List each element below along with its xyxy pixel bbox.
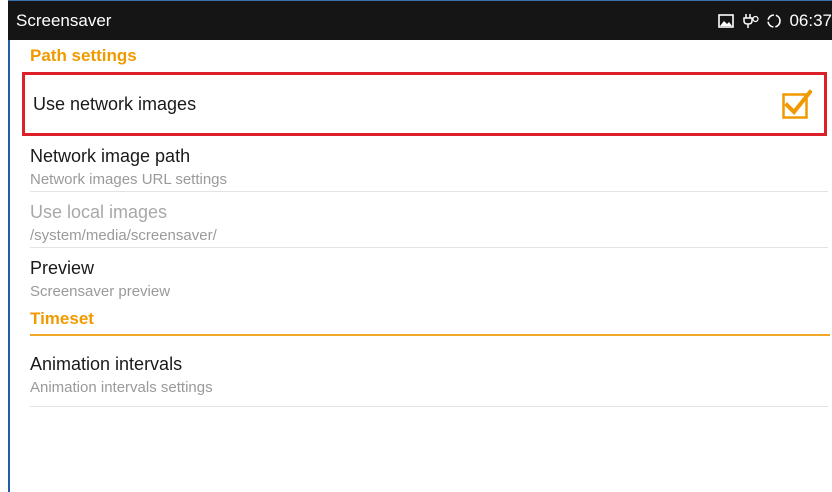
network-image-path-row[interactable]: Network image path Network images URL se… xyxy=(30,136,828,192)
animation-intervals-summary: Animation intervals settings xyxy=(30,379,213,396)
animation-intervals-title: Animation intervals xyxy=(30,354,183,374)
network-image-path-title: Network image path xyxy=(30,146,191,166)
use-network-images-label: Use network images xyxy=(33,93,197,114)
section-header-timeset: Timeset xyxy=(30,304,830,336)
animation-intervals-row[interactable]: Animation intervals Animation intervals … xyxy=(30,340,828,407)
settings-list: Path settings Use network images Network… xyxy=(22,40,830,407)
preview-title: Preview xyxy=(30,258,95,278)
use-local-images-summary: /system/media/screensaver/ xyxy=(30,227,217,244)
sync-icon xyxy=(766,13,782,29)
use-local-images-row: Use local images /system/media/screensav… xyxy=(30,192,828,248)
section-header-path-settings: Path settings xyxy=(30,46,137,65)
use-network-images-row[interactable]: Use network images xyxy=(22,72,827,136)
checkbox-checked-icon[interactable] xyxy=(782,89,813,119)
network-image-path-summary: Network images URL settings xyxy=(30,171,228,188)
clock: 06:37 xyxy=(789,10,832,30)
status-icons: 06:37 xyxy=(718,11,832,31)
usb-debug-icon xyxy=(741,13,760,29)
status-bar: Screensaver 06:37 xyxy=(8,0,832,40)
window-left-border xyxy=(8,40,10,492)
app-title: Screensaver xyxy=(16,10,112,30)
use-local-images-title: Use local images xyxy=(30,202,168,222)
preview-summary: Screensaver preview xyxy=(30,283,171,300)
image-icon xyxy=(718,13,735,28)
preview-row[interactable]: Preview Screensaver preview xyxy=(30,248,828,304)
